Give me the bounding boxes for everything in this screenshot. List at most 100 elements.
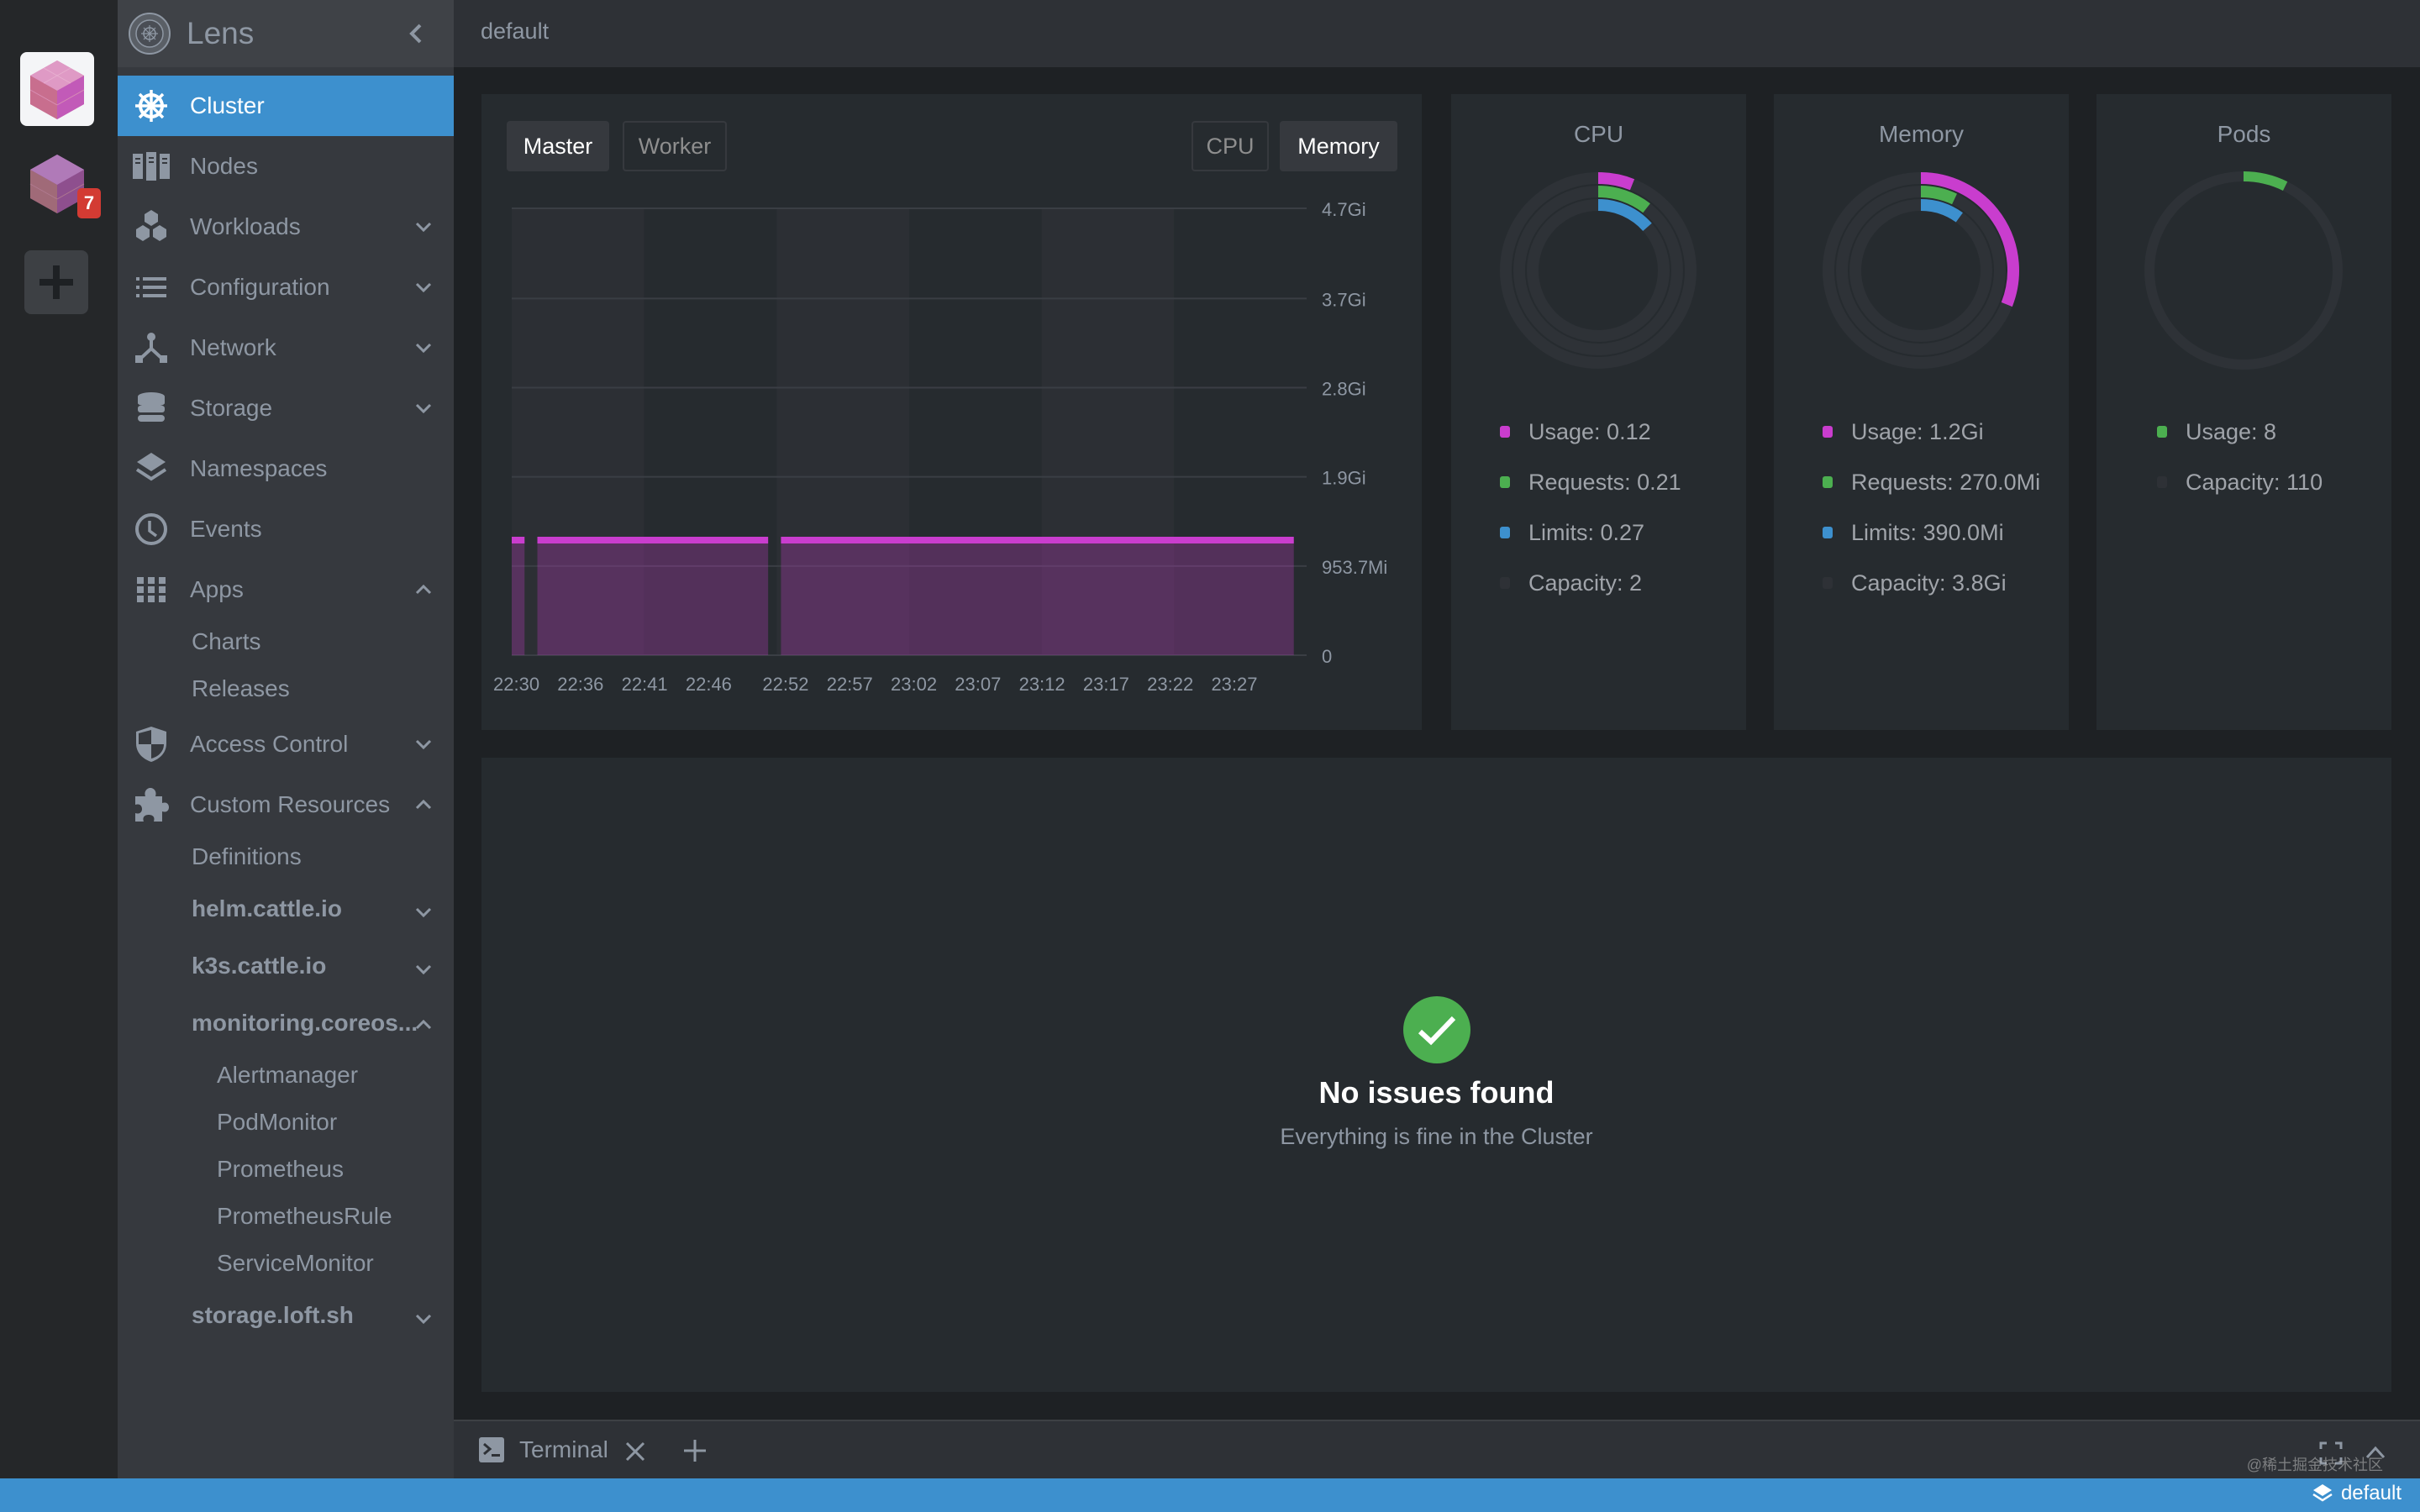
gauge-track	[2144, 171, 2343, 370]
sidebar-item-label: Cluster	[190, 92, 265, 118]
sidebar-group-storage-loft-sh[interactable]: storage.loft.sh	[192, 1302, 354, 1329]
sidebar: Lens Cluster Nodes Workloads Configurati…	[118, 0, 454, 1478]
apps-grid-icon	[131, 570, 171, 610]
legend-label: Limits: 390.0Mi	[1851, 519, 2004, 545]
sidebar-item-releases[interactable]: Releases	[192, 675, 290, 702]
sidebar-item-namespaces[interactable]: Namespaces	[118, 438, 454, 499]
legend-label: Capacity: 110	[2186, 469, 2323, 495]
layers-icon	[131, 449, 171, 489]
legend-swatch	[1823, 476, 1833, 488]
sidebar-item-prometheusrule[interactable]: PrometheusRule	[217, 1203, 392, 1230]
sidebar-group-k3s-cattle-io[interactable]: k3s.cattle.io	[192, 953, 326, 979]
sidebar-item-configuration[interactable]: Configuration	[118, 257, 454, 318]
sidebar-item-definitions[interactable]: Definitions	[192, 843, 302, 870]
gauge-track	[1513, 186, 1683, 355]
legend-label: Usage: 0.12	[1528, 418, 1651, 444]
gauge-arc	[1597, 172, 1635, 191]
sidebar-item-label: Workloads	[190, 213, 301, 239]
chevron-down-icon[interactable]	[413, 902, 434, 922]
memory-gauge-panel: Memory Usage: 1.2Gi Requests: 270.0Mi Li…	[1774, 94, 2069, 730]
namespace-title: default	[481, 18, 550, 44]
y-tick-label: 2.8Gi	[1322, 378, 1366, 399]
close-icon[interactable]	[623, 1440, 647, 1463]
chevron-down-icon[interactable]	[413, 959, 434, 979]
nodes-icon	[131, 146, 171, 186]
legend-item-requests: Requests: 0.21	[1500, 457, 1681, 507]
chevron-down-icon	[415, 222, 432, 233]
sidebar-item-label: Apps	[190, 576, 244, 602]
memory-area-segment	[512, 540, 525, 655]
gauge-title: Memory	[1878, 121, 1965, 147]
pods-gauge	[2144, 171, 2343, 370]
legend-swatch	[2157, 426, 2167, 438]
collapse-sidebar-icon[interactable]	[402, 18, 432, 49]
gauge-arc	[1920, 186, 1958, 205]
gauge-arc	[1920, 199, 1963, 223]
memory-line-segment	[781, 537, 1294, 544]
sidebar-item-nodes[interactable]: Nodes	[118, 136, 454, 197]
new-tab-plus-icon[interactable]	[682, 1438, 708, 1463]
sidebar-item-label: Custom Resources	[190, 791, 391, 817]
sidebar-group-helm-cattle-io[interactable]: helm.cattle.io	[192, 895, 342, 922]
y-tick-label: 1.9Gi	[1322, 468, 1366, 489]
sidebar-item-alertmanager[interactable]: Alertmanager	[217, 1062, 358, 1089]
chevron-down-icon[interactable]	[413, 1309, 434, 1329]
chevron-down-icon	[415, 343, 432, 354]
legend-item-capacity: Capacity: 110	[2157, 457, 2323, 507]
sidebar-item-custom-resources[interactable]: Custom Resources	[118, 774, 454, 835]
namespace-indicator[interactable]: default	[2312, 1482, 2402, 1505]
terminal-tab[interactable]: Terminal	[479, 1436, 608, 1463]
sidebar-item-charts[interactable]: Charts	[192, 628, 260, 655]
chevron-down-icon	[415, 403, 432, 414]
sidebar-item-events[interactable]: Events	[118, 499, 454, 559]
main-content: default Master Worker CPU Memory 0 953.7M…	[454, 0, 2420, 1420]
sidebar-item-prometheus[interactable]: Prometheus	[217, 1156, 344, 1183]
x-tick-label: 23:07	[955, 674, 1001, 695]
cluster-icon-active[interactable]	[20, 52, 94, 126]
y-tick-label: 953.7Mi	[1322, 557, 1387, 578]
sidebar-group-monitoring-coreos[interactable]: monitoring.coreos...	[192, 1010, 418, 1037]
sidebar-item-access-control[interactable]: Access Control	[118, 714, 454, 774]
list-icon	[131, 267, 171, 307]
memory-line-segment	[537, 537, 769, 544]
status-bar: default	[0, 1478, 2420, 1512]
legend-item-usage: Usage: 0.12	[1500, 407, 1681, 457]
x-tick-label: 22:46	[686, 674, 732, 695]
memory-area-segment	[537, 540, 769, 655]
sidebar-item-label: Events	[190, 516, 262, 542]
cluster-icon-2[interactable]: 7	[20, 146, 101, 220]
sidebar-item-podmonitor[interactable]: PodMonitor	[217, 1109, 337, 1136]
chevron-down-icon	[415, 282, 432, 293]
terminal-tab-label: Terminal	[519, 1436, 608, 1462]
pods-gauge-panel: Pods Usage: 8 Capacity: 110	[2096, 94, 2391, 730]
gauge-arc	[2243, 171, 2288, 192]
sidebar-item-servicemonitor[interactable]: ServiceMonitor	[217, 1250, 374, 1277]
chevron-up-icon	[415, 799, 432, 810]
sidebar-item-network[interactable]: Network	[118, 318, 454, 378]
legend-label: Requests: 270.0Mi	[1851, 469, 2041, 495]
network-icon	[131, 328, 171, 368]
legend-swatch	[1823, 527, 1833, 538]
cpu-gauge	[1500, 172, 1697, 369]
x-tick-label: 22:36	[557, 674, 603, 695]
legend-item-limits: Limits: 0.27	[1500, 507, 1681, 558]
sidebar-item-storage[interactable]: Storage	[118, 378, 454, 438]
sidebar-item-label: Configuration	[190, 274, 330, 300]
memory-chart: 0 953.7Mi 1.9Gi 2.8Gi 3.7Gi 4.7Gi 22:30 22:36 22…	[493, 199, 1387, 695]
issues-title: No issues found	[1318, 1075, 1555, 1110]
chevron-up-icon[interactable]	[413, 1015, 434, 1035]
legend-swatch	[1500, 577, 1510, 589]
legend-swatch	[2157, 476, 2167, 488]
legend-item-requests: Requests: 270.0Mi	[1823, 457, 2040, 507]
watermark: @稀土掘金技术社区	[2246, 1457, 2383, 1473]
legend-item-limits: Limits: 390.0Mi	[1823, 507, 2040, 558]
sidebar-item-apps[interactable]: Apps	[118, 559, 454, 620]
add-cluster-button[interactable]	[24, 250, 88, 314]
app-title: Lens	[187, 16, 255, 50]
legend-swatch	[1500, 426, 1510, 438]
chevron-down-icon	[415, 739, 432, 750]
sidebar-item-cluster[interactable]: Cluster	[118, 76, 454, 136]
terminal-icon	[479, 1437, 504, 1462]
sidebar-item-workloads[interactable]: Workloads	[118, 197, 454, 257]
legend-label: Limits: 0.27	[1528, 519, 1645, 545]
